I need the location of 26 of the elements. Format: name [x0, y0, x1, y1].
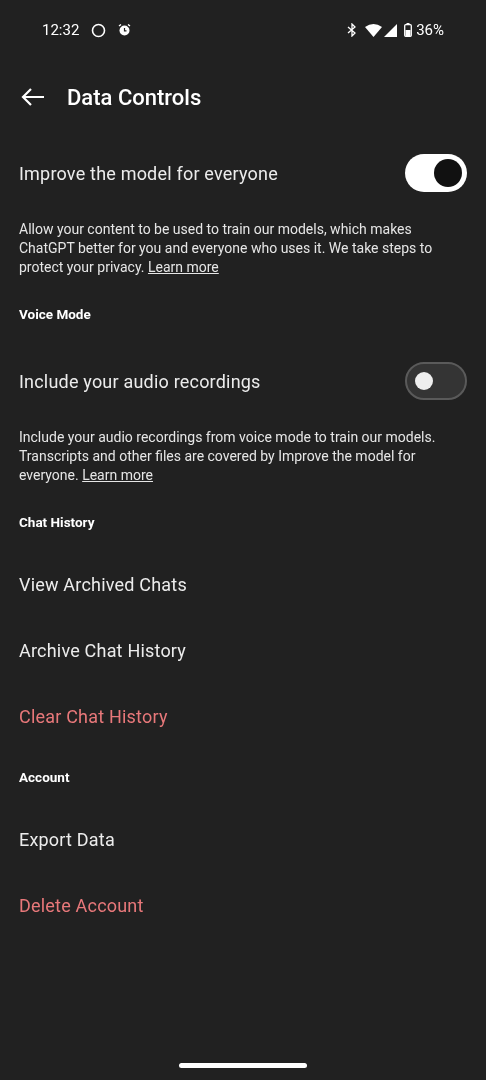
- battery-percentage: 36%: [416, 19, 444, 41]
- alarm-icon: [118, 24, 132, 36]
- section-heading: Account: [18, 768, 71, 787]
- setting-label: Improve the model for everyone: [19, 161, 279, 186]
- back-arrow-icon[interactable]: [21, 87, 45, 107]
- bluetooth-icon: [347, 23, 358, 37]
- setting-label: Include your audio recordings: [19, 369, 262, 394]
- ring-icon: [91, 22, 107, 38]
- menu-item[interactable]: Delete Account: [0, 872, 486, 938]
- learn-more-link[interactable]: Learn more: [82, 467, 153, 483]
- description-text: Include your audio recordings from voice mode to train our models. Transcripts and other files are covered by Improve the model for everyone. Learn more: [18, 428, 437, 485]
- menu-item[interactable]: View Archived Chats: [0, 551, 486, 617]
- learn-more-link[interactable]: Learn more: [147, 259, 219, 275]
- menu-item[interactable]: Clear Chat History: [0, 683, 486, 749]
- battery-icon: [404, 23, 413, 37]
- menu-item[interactable]: Export Data: [0, 806, 486, 872]
- signal-icon: [384, 23, 398, 37]
- wifi-icon: [365, 23, 383, 37]
- section-heading: Chat History: [18, 513, 96, 532]
- page-title: Data Controls: [67, 83, 202, 112]
- description-text: Allow your content to be used to train our models, which makes ChatGPT better for you and everyone who uses it. We take steps to protect your privacy. Learn more: [18, 220, 434, 277]
- toggle-switch[interactable]: [405, 362, 467, 400]
- status-time: 12:32: [42, 19, 80, 41]
- toggle-switch[interactable]: [405, 154, 467, 192]
- section-heading: Voice Mode: [18, 305, 92, 324]
- menu-item[interactable]: Archive Chat History: [0, 617, 486, 683]
